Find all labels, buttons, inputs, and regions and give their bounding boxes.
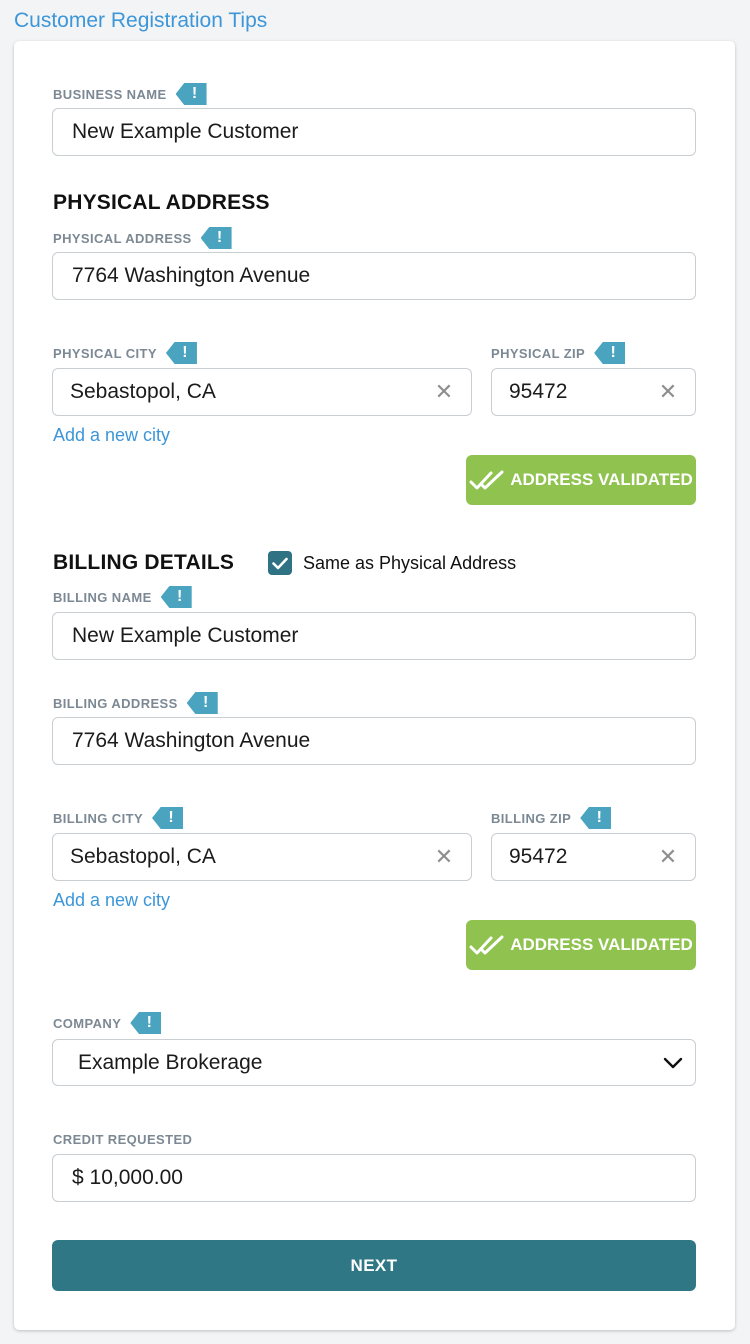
exclamation-tag-icon[interactable]: ! <box>580 807 612 829</box>
billing-city-label-row: BILLING CITY ! <box>53 806 184 830</box>
company-selected-value: Example Brokerage <box>78 1050 263 1074</box>
credit-requested-label: CREDIT REQUESTED <box>53 1131 193 1147</box>
billing-zip-label-row: BILLING ZIP ! <box>491 806 612 830</box>
billing-details-heading: BILLING DETAILS <box>53 551 235 574</box>
company-label-row: COMPANY ! <box>53 1011 162 1035</box>
physical-zip-input[interactable]: 95472 ✕ <box>491 368 696 416</box>
close-icon[interactable]: ✕ <box>653 379 683 405</box>
close-icon[interactable]: ✕ <box>429 844 459 870</box>
billing-city-label: BILLING CITY <box>53 810 144 826</box>
credit-requested-input[interactable]: $ 10,000.00 <box>52 1154 696 1202</box>
physical-zip-label-row: PHYSICAL ZIP ! <box>491 341 626 365</box>
check-icon <box>272 557 288 569</box>
physical-city-label: PHYSICAL CITY <box>53 345 157 361</box>
physical-city-input[interactable]: Sebastopol, CA ✕ <box>52 368 472 416</box>
billing-name-label: BILLING NAME <box>53 589 152 605</box>
double-check-icon <box>469 470 504 490</box>
billing-zip-label: BILLING ZIP <box>491 810 572 826</box>
physical-address-label: PHYSICAL ADDRESS <box>53 230 192 246</box>
close-icon[interactable]: ✕ <box>653 844 683 870</box>
same-as-physical-label: Same as Physical Address <box>303 552 517 573</box>
billing-address-label-row: BILLING ADDRESS ! <box>53 691 218 715</box>
billing-address-validated-button[interactable]: ADDRESS VALIDATED <box>466 920 696 970</box>
physical-address-heading: PHYSICAL ADDRESS <box>53 191 270 214</box>
next-button[interactable]: NEXT <box>52 1240 696 1291</box>
chevron-down-icon <box>663 1057 683 1068</box>
exclamation-tag-icon[interactable]: ! <box>175 83 207 105</box>
billing-address-input[interactable]: 7764 Washington Avenue <box>52 717 696 765</box>
billing-name-label-row: BILLING NAME ! <box>53 585 192 609</box>
physical-add-city-link[interactable]: Add a new city <box>53 425 170 446</box>
billing-name-input[interactable]: New Example Customer <box>52 612 696 660</box>
billing-city-input[interactable]: Sebastopol, CA ✕ <box>52 833 472 881</box>
company-label: COMPANY <box>53 1015 122 1031</box>
physical-address-label-row: PHYSICAL ADDRESS ! <box>53 226 232 250</box>
billing-address-label: BILLING ADDRESS <box>53 695 178 711</box>
same-as-physical-checkbox[interactable]: Same as Physical Address <box>268 551 516 575</box>
close-icon[interactable]: ✕ <box>429 379 459 405</box>
exclamation-tag-icon[interactable]: ! <box>200 227 232 249</box>
physical-city-label-row: PHYSICAL CITY ! <box>53 341 197 365</box>
business-name-label-row: BUSINESS NAME ! <box>53 82 207 106</box>
exclamation-tag-icon[interactable]: ! <box>152 807 184 829</box>
physical-address-validated-button[interactable]: ADDRESS VALIDATED <box>466 455 696 505</box>
double-check-icon <box>469 935 504 955</box>
exclamation-tag-icon[interactable]: ! <box>186 692 218 714</box>
billing-add-city-link[interactable]: Add a new city <box>53 890 170 911</box>
credit-requested-label-row: CREDIT REQUESTED <box>53 1127 192 1151</box>
company-select[interactable]: Example Brokerage <box>52 1039 696 1086</box>
exclamation-tag-icon[interactable]: ! <box>130 1012 162 1034</box>
validated-label: ADDRESS VALIDATED <box>510 935 693 954</box>
business-name-label: BUSINESS NAME <box>53 86 167 102</box>
exclamation-tag-icon[interactable]: ! <box>160 586 192 608</box>
physical-address-input[interactable]: 7764 Washington Avenue <box>52 252 696 300</box>
checkbox-box[interactable] <box>268 551 292 575</box>
billing-zip-input[interactable]: 95472 ✕ <box>491 833 696 881</box>
physical-zip-label: PHYSICAL ZIP <box>491 345 586 361</box>
validated-label: ADDRESS VALIDATED <box>510 470 693 489</box>
exclamation-tag-icon[interactable]: ! <box>594 342 626 364</box>
customer-registration-tips-link[interactable]: Customer Registration Tips <box>14 9 267 33</box>
exclamation-tag-icon[interactable]: ! <box>165 342 197 364</box>
business-name-input[interactable]: New Example Customer <box>52 108 696 156</box>
